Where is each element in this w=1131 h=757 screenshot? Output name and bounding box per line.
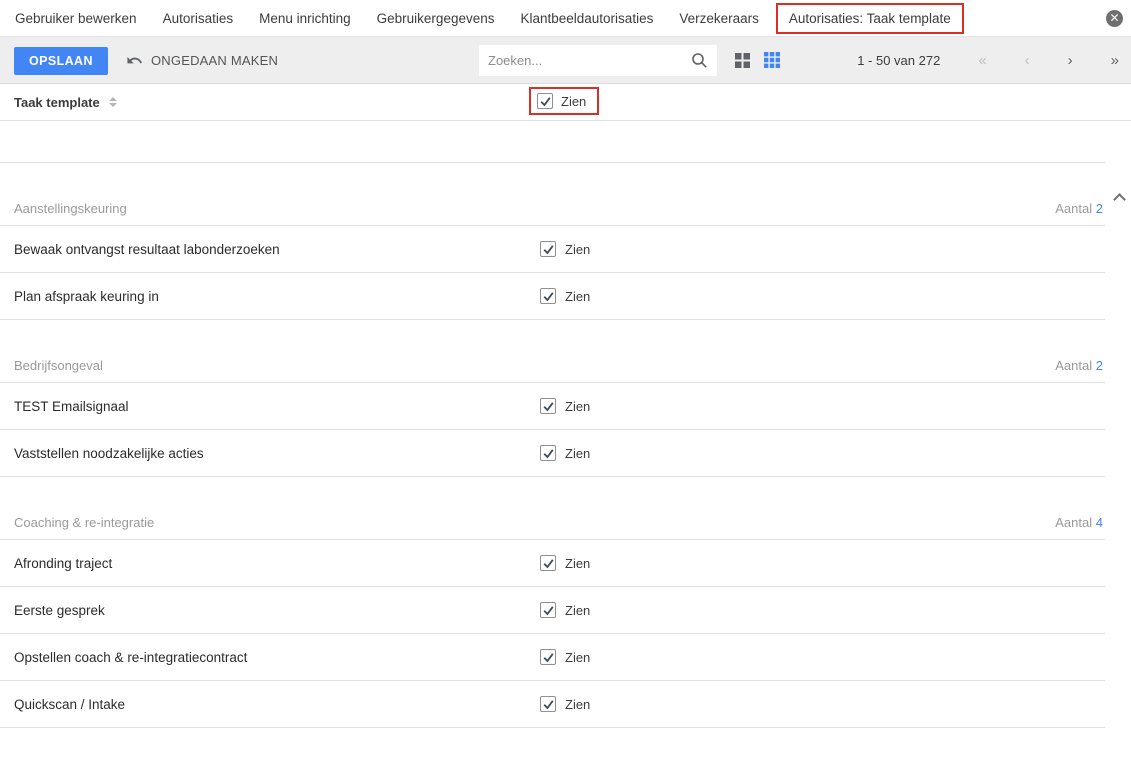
section-header-coaching-re-integratie: Coaching & re-integratie Aantal 4	[0, 477, 1105, 540]
table-row[interactable]: Eerste gesprek Zien	[0, 587, 1105, 634]
scroll-up-icon[interactable]	[1113, 193, 1126, 206]
section-name: Coaching & re-integratie	[14, 515, 154, 530]
pagination: 1 - 50 van 272 « ‹ › »	[857, 37, 1119, 83]
toolbar: OPSLAAN ONGEDAAN MAKEN 1 - 50 van 272 « …	[0, 37, 1131, 84]
zien-label: Zien	[565, 446, 590, 461]
row-zien-toggle[interactable]: Zien	[540, 398, 590, 414]
close-tab-icon[interactable]: ✕	[1106, 10, 1123, 27]
task-label: Opstellen coach & re-integratiecontract	[14, 650, 247, 665]
checkbox-checked-icon[interactable]	[540, 398, 556, 414]
task-label: Bewaak ontvangst resultaat labonderzoeke…	[14, 242, 280, 257]
tab-autorisaties-taak-template[interactable]: Autorisaties: Taak template	[778, 5, 962, 32]
tab-verzekeraars[interactable]: Verzekeraars	[666, 11, 772, 26]
annotation-highlight-active-tab: Autorisaties: Taak template	[776, 3, 964, 34]
sort-down-arrow	[109, 103, 117, 107]
search-input[interactable]	[488, 53, 691, 68]
task-label: Vaststellen noodzakelijke acties	[14, 446, 204, 461]
row-zien-toggle[interactable]: Zien	[540, 555, 590, 571]
undo-label: ONGEDAAN MAKEN	[151, 53, 278, 68]
sort-icon[interactable]	[109, 97, 117, 107]
checkbox-checked-icon[interactable]	[540, 445, 556, 461]
tab-klantbeeldautorisaties[interactable]: Klantbeeldautorisaties	[507, 11, 666, 26]
grid-view-icon[interactable]	[764, 52, 780, 68]
header-zien-label: Zien	[561, 94, 586, 109]
tab-menu-inrichting[interactable]: Menu inrichting	[246, 11, 364, 26]
column-header-taak-template[interactable]: Taak template	[14, 95, 100, 110]
card-view-icon[interactable]	[735, 53, 750, 68]
task-label: Eerste gesprek	[14, 603, 105, 618]
row-zien-toggle[interactable]: Zien	[540, 696, 590, 712]
list-header: Taak template Zien	[0, 84, 1131, 121]
header-zien-checkbox[interactable]	[537, 93, 553, 109]
table-row[interactable]: Vaststellen noodzakelijke acties Zien	[0, 430, 1105, 477]
first-page-icon[interactable]: «	[978, 53, 986, 68]
checkbox-checked-icon[interactable]	[540, 555, 556, 571]
table-row[interactable]: TEST Emailsignaal Zien	[0, 383, 1105, 430]
zien-label: Zien	[565, 399, 590, 414]
table-row[interactable]: Plan afspraak keuring in Zien	[0, 273, 1105, 320]
section-name: Bedrijfsongeval	[14, 358, 103, 373]
search-icon[interactable]	[691, 52, 708, 69]
section-header-bedrijfsongeval: Bedrijfsongeval Aantal 2	[0, 320, 1105, 383]
task-label: TEST Emailsignaal	[14, 399, 129, 414]
zien-label: Zien	[565, 289, 590, 304]
table-row[interactable]: Quickscan / Intake Zien	[0, 681, 1105, 728]
section-count: Aantal 2	[1055, 358, 1103, 373]
zien-label: Zien	[565, 242, 590, 257]
task-label: Plan afspraak keuring in	[14, 289, 159, 304]
row-zien-toggle[interactable]: Zien	[540, 649, 590, 665]
task-label: Quickscan / Intake	[14, 697, 125, 712]
undo-button[interactable]: ONGEDAAN MAKEN	[126, 37, 278, 83]
section-count: Aantal 2	[1055, 201, 1103, 216]
task-label: Afronding traject	[14, 556, 112, 571]
tab-gebruiker-bewerken[interactable]: Gebruiker bewerken	[2, 11, 150, 26]
undo-icon	[126, 52, 143, 69]
row-zien-toggle[interactable]: Zien	[540, 241, 590, 257]
next-page-icon[interactable]: ›	[1068, 53, 1073, 68]
row-zien-toggle[interactable]: Zien	[540, 602, 590, 618]
zien-label: Zien	[565, 650, 590, 665]
zien-label: Zien	[565, 556, 590, 571]
checkbox-checked-icon[interactable]	[540, 602, 556, 618]
search-box	[479, 45, 717, 76]
annotation-highlight-zien-header: Zien	[529, 87, 599, 115]
tab-autorisaties[interactable]: Autorisaties	[150, 11, 247, 26]
view-switcher	[735, 37, 780, 83]
last-page-icon[interactable]: »	[1111, 53, 1119, 68]
row-zien-toggle[interactable]: Zien	[540, 445, 590, 461]
save-button[interactable]: OPSLAAN	[14, 47, 108, 75]
section-count: Aantal 4	[1055, 515, 1103, 530]
section-count-number[interactable]: 2	[1096, 358, 1103, 373]
table-row[interactable]: Afronding traject Zien	[0, 540, 1105, 587]
tab-bar: Gebruiker bewerken Autorisaties Menu inr…	[0, 0, 1131, 37]
header-spacer	[0, 121, 1105, 163]
zien-label: Zien	[565, 603, 590, 618]
checkbox-checked-icon[interactable]	[540, 241, 556, 257]
row-zien-toggle[interactable]: Zien	[540, 288, 590, 304]
section-count-number[interactable]: 2	[1096, 201, 1103, 216]
checkbox-checked-icon[interactable]	[540, 649, 556, 665]
zien-label: Zien	[565, 697, 590, 712]
previous-page-icon[interactable]: ‹	[1025, 53, 1030, 68]
section-count-number[interactable]: 4	[1096, 515, 1103, 530]
section-name: Aanstellingskeuring	[14, 201, 127, 216]
scrollbar[interactable]	[1109, 121, 1131, 757]
table-row[interactable]: Bewaak ontvangst resultaat labonderzoeke…	[0, 226, 1105, 273]
checkbox-checked-icon[interactable]	[540, 696, 556, 712]
table-row[interactable]: Opstellen coach & re-integratiecontract …	[0, 634, 1105, 681]
pagination-range: 1 - 50 van 272	[857, 53, 940, 68]
checkbox-checked-icon[interactable]	[540, 288, 556, 304]
section-header-aanstellingskeuring: Aanstellingskeuring Aantal 2	[0, 163, 1105, 226]
task-template-list: Aanstellingskeuring Aantal 2 Bewaak ontv…	[0, 121, 1131, 757]
sort-up-arrow	[109, 97, 117, 101]
tab-gebruikergegevens[interactable]: Gebruikergegevens	[364, 11, 508, 26]
